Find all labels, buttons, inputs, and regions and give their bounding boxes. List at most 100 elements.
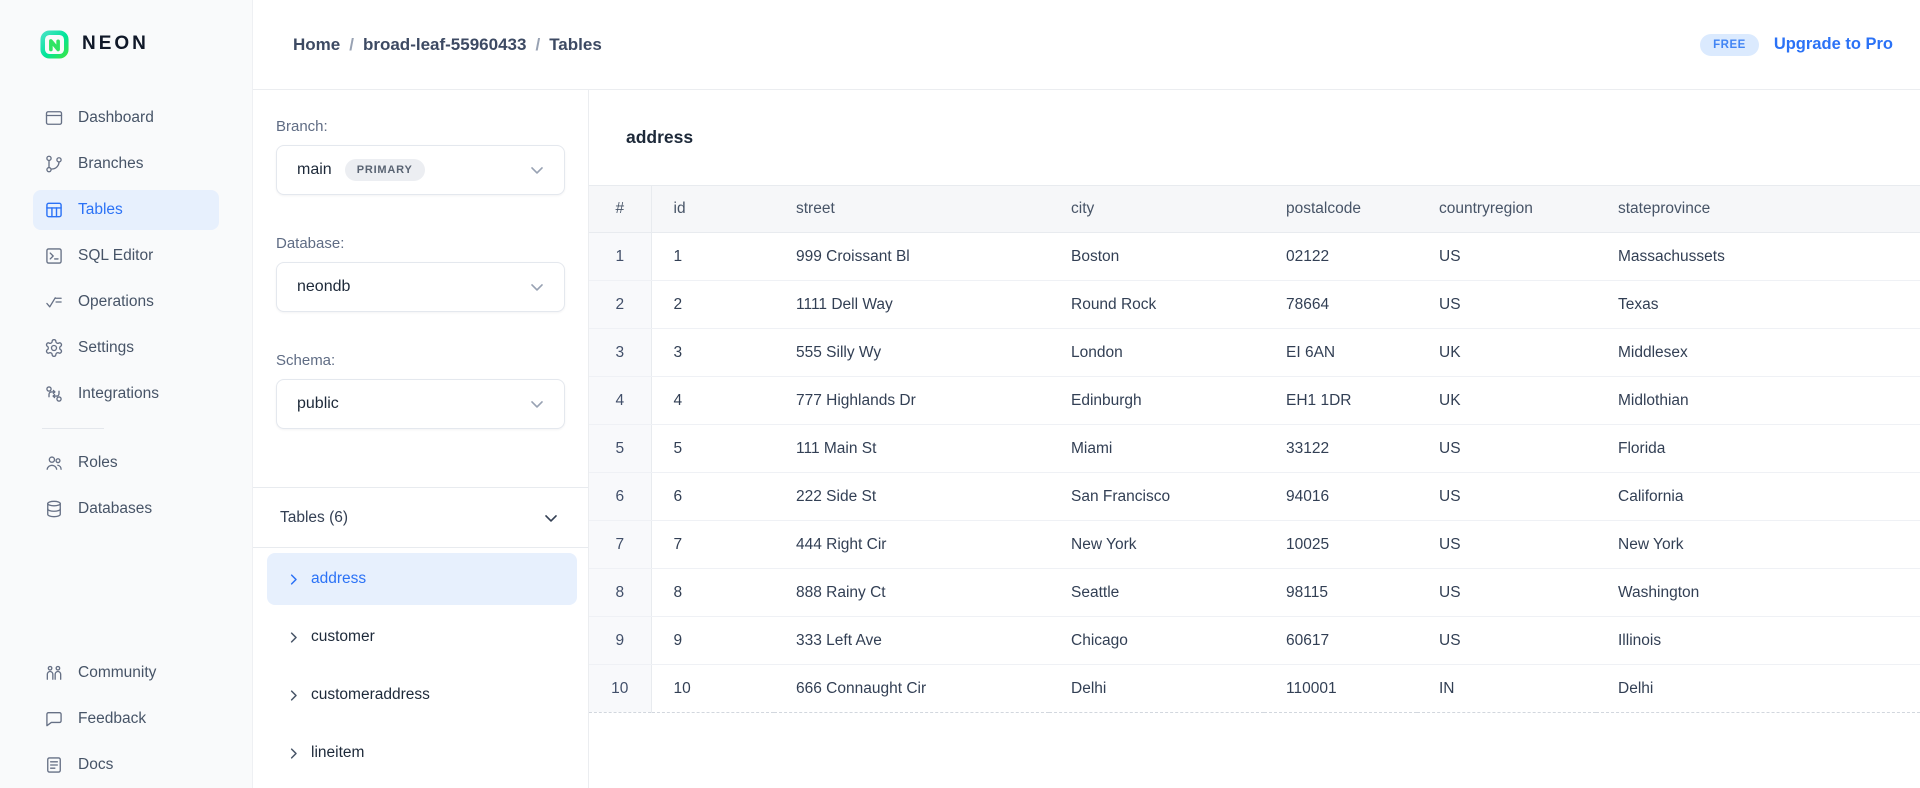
tables-section-title: Tables (6) bbox=[280, 509, 348, 527]
sidebar-item-feedback[interactable]: Feedback bbox=[33, 699, 219, 739]
breadcrumb-link-tables[interactable]: Tables bbox=[549, 35, 602, 55]
table-item-lineitem[interactable]: lineitem bbox=[267, 727, 577, 779]
table-cell: US bbox=[1417, 281, 1596, 329]
table-cell: Middlesex bbox=[1596, 329, 1920, 377]
sidebar-nav-bottom: Community Feedback Docs bbox=[0, 650, 252, 788]
column-header-city: city bbox=[1049, 186, 1264, 233]
column-header-postalcode: postalcode bbox=[1264, 186, 1417, 233]
tables-section: Tables (6) address customer customeraddres… bbox=[253, 487, 588, 785]
sql-editor-icon bbox=[44, 246, 64, 266]
table-cell: New York bbox=[1596, 521, 1920, 569]
table-cell: UK bbox=[1417, 329, 1596, 377]
table-cell: Boston bbox=[1049, 233, 1264, 281]
table-cell: New York bbox=[1049, 521, 1264, 569]
table-cell: 02122 bbox=[1264, 233, 1417, 281]
dashboard-icon bbox=[44, 108, 64, 128]
sidebar-item-label: Branches bbox=[78, 155, 143, 173]
table-cell: 8 bbox=[651, 569, 774, 617]
table-cell: 5 bbox=[651, 425, 774, 473]
topbar-right: FREE Upgrade to Pro bbox=[1700, 34, 1893, 56]
table-item-address[interactable]: address bbox=[267, 553, 577, 605]
docs-icon bbox=[44, 755, 64, 775]
row-number-cell: 6 bbox=[589, 473, 651, 521]
chevron-down-icon bbox=[527, 394, 547, 414]
table-row: 221111 Dell WayRound Rock78664USTexas bbox=[589, 281, 1920, 329]
table-item-customeraddress[interactable]: customeraddress bbox=[267, 669, 577, 721]
sidebar-item-docs[interactable]: Docs bbox=[33, 745, 219, 785]
chevron-right-icon bbox=[286, 630, 301, 645]
table-cell: San Francisco bbox=[1049, 473, 1264, 521]
column-header-id: id bbox=[651, 186, 774, 233]
sidebar-item-label: Tables bbox=[78, 201, 123, 219]
table-cell: 333 Left Ave bbox=[774, 617, 1049, 665]
tables-section-header[interactable]: Tables (6) bbox=[253, 488, 588, 548]
chevron-right-icon bbox=[286, 688, 301, 703]
feedback-icon bbox=[44, 709, 64, 729]
table-cell: 444 Right Cir bbox=[774, 521, 1049, 569]
column-header-street: street bbox=[774, 186, 1049, 233]
table-cell: 999 Croissant Bl bbox=[774, 233, 1049, 281]
topbar: Home/broad-leaf-55960433/Tables FREE Upg… bbox=[253, 0, 1920, 90]
table-cell: 6 bbox=[651, 473, 774, 521]
community-icon bbox=[44, 663, 64, 683]
database-select[interactable]: neondb bbox=[276, 262, 565, 312]
sidebar-item-branches[interactable]: Branches bbox=[33, 144, 219, 184]
table-row: 88888 Rainy CtSeattle98115USWashington bbox=[589, 569, 1920, 617]
table-row: 55111 Main StMiami33122USFlorida bbox=[589, 425, 1920, 473]
sidebar-nav-main: Dashboard Branches Tables SQL Editor Operati… bbox=[0, 95, 252, 417]
table-cell: 2 bbox=[651, 281, 774, 329]
integrations-icon bbox=[44, 384, 64, 404]
breadcrumb-link-home[interactable]: Home bbox=[293, 35, 340, 55]
content-area: Home/broad-leaf-55960433/Tables FREE Upg… bbox=[253, 0, 1920, 788]
database-icon bbox=[44, 499, 64, 519]
row-number-cell: 4 bbox=[589, 377, 651, 425]
neon-logo[interactable]: NEON bbox=[40, 29, 252, 59]
sidebar-item-community[interactable]: Community bbox=[33, 653, 219, 693]
left-panel: Branch: main PRIMARY Database: neondb bbox=[253, 90, 589, 788]
row-number-cell: 1 bbox=[589, 233, 651, 281]
table-cell: EI 6AN bbox=[1264, 329, 1417, 377]
table-icon bbox=[44, 200, 64, 220]
breadcrumb: Home/broad-leaf-55960433/Tables bbox=[293, 35, 602, 55]
table-cell: 60617 bbox=[1264, 617, 1417, 665]
branch-field: Branch: main PRIMARY bbox=[276, 118, 565, 195]
row-number-cell: 3 bbox=[589, 329, 651, 377]
app-root: NEON Dashboard Branches Tables SQL Editor Op… bbox=[0, 0, 1920, 788]
sidebar-item-roles[interactable]: Roles bbox=[33, 443, 219, 483]
table-item-label: address bbox=[311, 570, 366, 588]
main-area: address #idstreetcitypostalcodecountryre… bbox=[589, 90, 1920, 788]
sidebar-spacer bbox=[0, 532, 252, 650]
sidebar-item-databases[interactable]: Databases bbox=[33, 489, 219, 529]
schema-field: Schema: public bbox=[276, 352, 565, 429]
upgrade-to-pro-link[interactable]: Upgrade to Pro bbox=[1774, 35, 1893, 54]
table-cell: Midlothian bbox=[1596, 377, 1920, 425]
table-cell: Miami bbox=[1049, 425, 1264, 473]
sidebar-item-dashboard[interactable]: Dashboard bbox=[33, 98, 219, 138]
table-cell: Chicago bbox=[1049, 617, 1264, 665]
table-cell: 1 bbox=[651, 233, 774, 281]
table-item-customer[interactable]: customer bbox=[267, 611, 577, 663]
table-item-label: lineitem bbox=[311, 744, 364, 762]
panel-fields: Branch: main PRIMARY Database: neondb bbox=[253, 118, 588, 469]
sidebar-item-tables[interactable]: Tables bbox=[33, 190, 219, 230]
sidebar-item-sql-editor[interactable]: SQL Editor bbox=[33, 236, 219, 276]
branch-select[interactable]: main PRIMARY bbox=[276, 145, 565, 195]
sidebar-item-label: Operations bbox=[78, 293, 154, 311]
schema-select[interactable]: public bbox=[276, 379, 565, 429]
chevron-down-icon bbox=[541, 508, 561, 528]
table-cell: US bbox=[1417, 473, 1596, 521]
sidebar-item-operations[interactable]: Operations bbox=[33, 282, 219, 322]
table-cell: UK bbox=[1417, 377, 1596, 425]
sidebar-item-label: Integrations bbox=[78, 385, 159, 403]
table-row: 11999 Croissant BlBoston02122USMassachus… bbox=[589, 233, 1920, 281]
table-cell: US bbox=[1417, 569, 1596, 617]
table-cell: 777 Highlands Dr bbox=[774, 377, 1049, 425]
table-cell: California bbox=[1596, 473, 1920, 521]
table-cell: 10025 bbox=[1264, 521, 1417, 569]
table-cell: 98115 bbox=[1264, 569, 1417, 617]
table-cell: 222 Side St bbox=[774, 473, 1049, 521]
breadcrumb-link-broad-leaf-55960433[interactable]: broad-leaf-55960433 bbox=[363, 35, 526, 55]
sidebar-item-settings[interactable]: Settings bbox=[33, 328, 219, 368]
sidebar-item-label: Databases bbox=[78, 500, 152, 518]
sidebar-item-integrations[interactable]: Integrations bbox=[33, 374, 219, 414]
